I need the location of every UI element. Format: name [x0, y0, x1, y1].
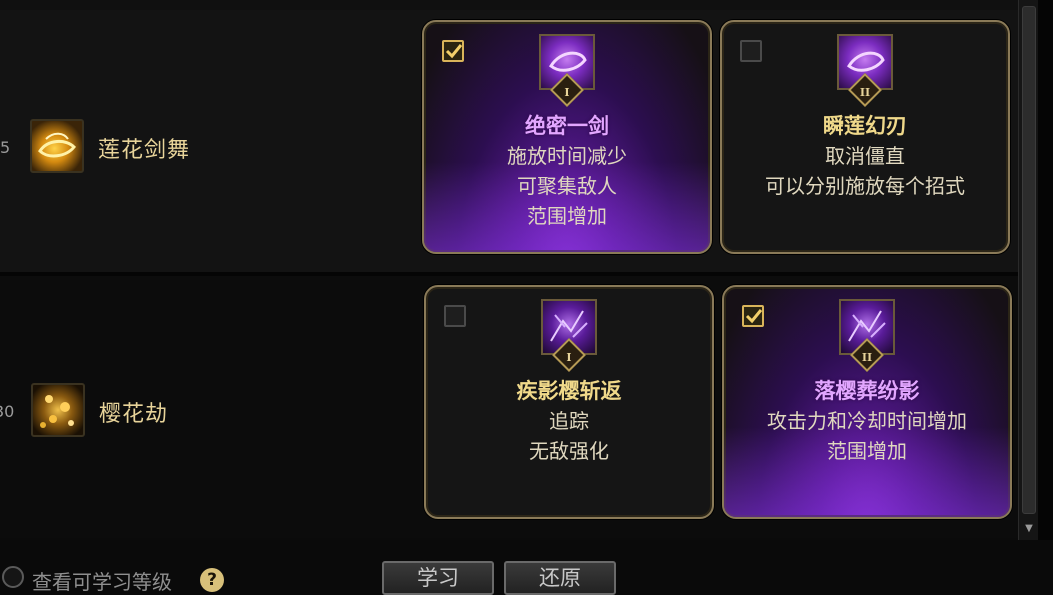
help-icon[interactable]: ? [200, 568, 224, 592]
option-desc-line: 可以分别施放每个招式 [765, 174, 965, 198]
rank-numeral: II [861, 351, 873, 364]
option-desc-line: 取消僵直 [825, 144, 905, 168]
option-desc-line: 施放时间减少 [507, 144, 627, 168]
skill-option-card[interactable]: II 瞬莲幻刃 取消僵直 可以分别施放每个招式 [720, 20, 1010, 254]
reset-button[interactable]: 还原 [504, 561, 616, 595]
option-title: 瞬莲幻刃 [823, 114, 907, 138]
sakura-calamity-skill-icon[interactable] [31, 383, 85, 437]
learn-button[interactable]: 学习 [382, 561, 494, 595]
check-icon [745, 309, 763, 324]
option-desc-line: 可聚集敌人 [517, 174, 617, 198]
skill-level: 30 [0, 402, 15, 421]
view-learnable-level-checkbox[interactable] [2, 566, 24, 588]
option-desc-line: 范围增加 [827, 439, 907, 463]
option-desc-line: 追踪 [549, 409, 589, 433]
skill-option-card[interactable]: I 疾影樱斩返 追踪 无敌强化 [424, 285, 714, 519]
skill-option-card[interactable]: I 绝密一剑 施放时间减少 可聚集敌人 范围增加 [422, 20, 712, 254]
option-skill-icon: I [539, 34, 595, 107]
rank-numeral: I [564, 86, 570, 99]
option-desc-line: 无敌强化 [529, 439, 609, 463]
skill-option-card[interactable]: II 落樱葬纷影 攻击力和冷却时间增加 范围增加 [722, 285, 1012, 519]
skill-name: 莲花剑舞 [98, 138, 191, 163]
scroll-down-arrow-icon[interactable]: ▼ [1022, 522, 1036, 536]
check-icon [445, 44, 463, 59]
skill-level: 5 [0, 138, 11, 157]
option-checkbox[interactable] [740, 40, 762, 62]
option-skill-icon: II [837, 34, 893, 107]
window-edge [1038, 0, 1053, 586]
option-skill-icon: II [839, 299, 895, 372]
option-title: 疾影樱斩返 [516, 379, 622, 403]
option-title: 绝密一剑 [525, 114, 609, 138]
lotus-sword-dance-skill-icon[interactable] [30, 119, 84, 173]
skill-panel: 5 莲花剑舞 30 樱花劫 I 绝密一剑 施放时间减少 可聚集敌人 范围增加 I… [0, 0, 1053, 595]
option-checkbox[interactable] [444, 305, 466, 327]
option-checkbox[interactable] [442, 40, 464, 62]
view-learnable-level-label: 查看可学习等级 [32, 570, 172, 594]
vertical-scrollbar[interactable]: ▼ [1018, 0, 1039, 540]
skill-name: 樱花劫 [99, 402, 169, 427]
option-skill-icon: I [541, 299, 597, 372]
option-desc-line: 攻击力和冷却时间增加 [767, 409, 967, 433]
top-strip [0, 0, 1018, 10]
scrollbar-thumb[interactable] [1022, 6, 1036, 514]
option-checkbox[interactable] [742, 305, 764, 327]
option-title: 落樱葬纷影 [814, 379, 920, 403]
option-desc-line: 范围增加 [527, 204, 607, 228]
rank-numeral: I [566, 351, 572, 364]
rank-numeral: II [859, 86, 871, 99]
